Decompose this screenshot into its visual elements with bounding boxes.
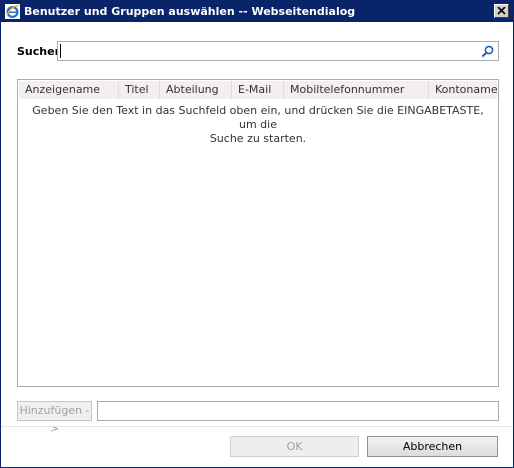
column-label: Mobiltelefonnummer <box>290 83 405 96</box>
column-header-titel[interactable]: Titel <box>119 81 160 99</box>
column-header-email[interactable]: E-Mail <box>232 81 284 99</box>
column-header-anzeigename[interactable]: Anzeigename <box>19 81 119 99</box>
column-label: Kontoname <box>435 83 498 96</box>
column-label: Titel <box>125 83 149 96</box>
footer-divider <box>1 426 513 427</box>
text-caret <box>60 44 61 58</box>
column-label: Anzeigename <box>25 83 101 96</box>
results-table: Anzeigename Titel Abteilung E-Mail Mobil… <box>17 79 499 387</box>
search-icon[interactable] <box>481 45 494 58</box>
dialog-window: Benutzer und Gruppen auswählen -- Websei… <box>0 0 514 468</box>
search-hint-line-1: Geben Sie den Text in das Suchfeld oben … <box>32 104 484 131</box>
column-header-mobiltelefonnummer[interactable]: Mobiltelefonnummer <box>284 81 429 99</box>
search-label: Suchen <box>17 45 63 58</box>
title-bar: Benutzer und Gruppen auswählen -- Websei… <box>1 1 513 22</box>
search-box[interactable] <box>57 41 499 61</box>
window-title: Benutzer und Gruppen auswählen -- Websei… <box>24 5 356 18</box>
close-button[interactable] <box>494 4 509 18</box>
search-hint: Geben Sie den Text in das Suchfeld oben … <box>28 104 488 146</box>
column-header-abteilung[interactable]: Abteilung <box>160 81 232 99</box>
ie-logo-icon <box>5 4 20 19</box>
cancel-button[interactable]: Abbrechen <box>367 436 498 457</box>
close-icon <box>497 7 506 15</box>
add-button[interactable]: Hinzufügen -> <box>17 401 92 435</box>
ok-button[interactable]: OK <box>230 436 359 457</box>
column-label: Abteilung <box>166 83 219 96</box>
search-input[interactable] <box>58 42 478 60</box>
table-header: Anzeigename Titel Abteilung E-Mail Mobil… <box>19 81 499 99</box>
column-header-kontoname[interactable]: Kontoname <box>429 81 499 99</box>
column-label: E-Mail <box>238 83 272 96</box>
search-hint-line-2: Suche zu starten. <box>209 132 307 145</box>
selected-users-field[interactable] <box>97 401 499 421</box>
